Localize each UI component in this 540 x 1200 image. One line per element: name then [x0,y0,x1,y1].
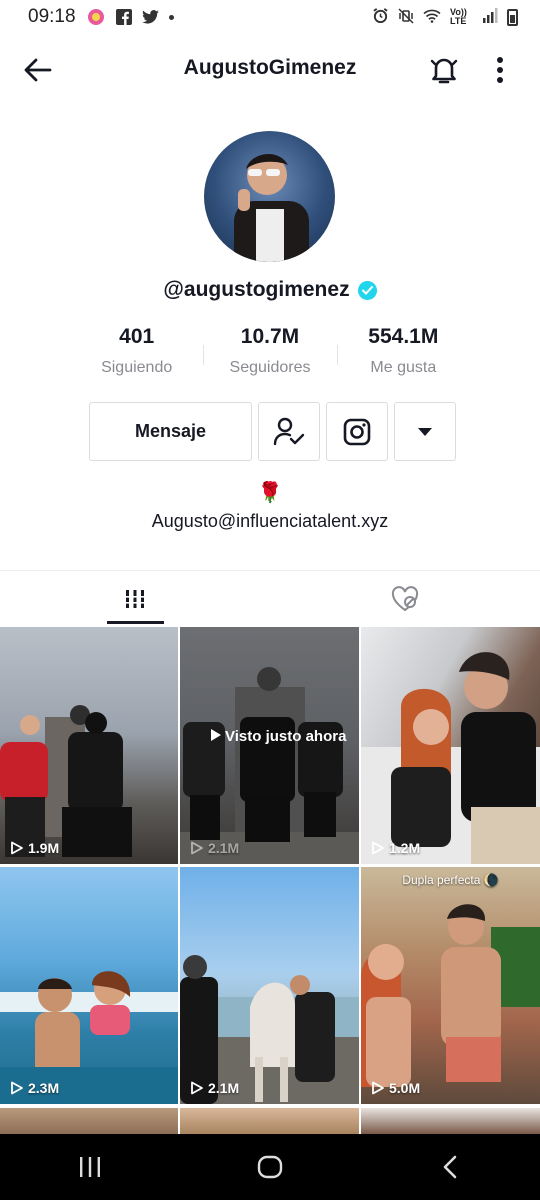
watched-text: Visto justo ahora [225,728,347,745]
notification-bell-button[interactable] [420,46,468,94]
chevron-left-icon [443,1155,457,1179]
play-filled-icon [211,729,221,741]
stat-label: Me gusta [370,359,437,376]
stat-label: Siguiendo [101,359,173,376]
video-caption: Dupla perfecta 🌘 [402,873,499,887]
video-thumbnail-image [180,955,359,1104]
grid-columns-icon [124,590,146,608]
video-thumbnail-image [361,904,540,1087]
battery-icon [507,8,518,26]
stat-likes[interactable]: 554.1M Me gusta [337,325,470,377]
game-notification-icon [86,8,106,26]
video-thumbnail[interactable]: 2.3M [0,867,178,1104]
view-count: 2.3M [10,1080,59,1096]
view-count-value: 1.2M [389,840,421,856]
alarm-icon [372,7,389,27]
stat-label: Seguidores [229,359,311,376]
tabs-divider [0,570,540,571]
profile-handle-row: @augustogimenez [0,278,540,302]
stat-followers[interactable]: 10.7M Seguidores [203,325,336,377]
profile-actions: Mensaje [89,402,456,461]
view-count-value: 2.3M [28,1080,60,1096]
view-count: 1.9M [10,840,59,856]
watched-label: Visto justo ahora [210,727,346,747]
suggested-accounts-button[interactable] [394,402,456,461]
profile-header: AugustoGimenez [0,42,540,98]
video-thumbnail[interactable]: Dupla perfecta 🌘 5.0M [361,867,540,1104]
vibrate-mute-icon [398,7,414,27]
home-icon [257,1155,283,1179]
status-time: 09:18 [28,6,76,27]
video-thumbnail[interactable]: Visto justo ahora 2.1M [180,627,359,864]
stat-following[interactable]: 401 Siguiendo [70,325,203,377]
instagram-icon [343,418,371,445]
bell-icon [430,58,458,84]
view-count-value: 2.1M [208,840,240,856]
user-check-icon [273,417,305,445]
recent-apps-button[interactable] [55,1139,125,1195]
view-count: 5.0M [371,1080,420,1096]
more-options-button[interactable] [476,46,524,94]
view-count: 2.1M [190,840,239,856]
tab-liked[interactable] [270,572,540,626]
view-count: 1.2M [371,840,420,856]
notification-dot-icon [168,14,174,20]
profile-stats: 401 Siguiendo 10.7M Seguidores 554.1M Me… [70,325,470,377]
stat-value: 401 [119,325,155,348]
video-thumbnail[interactable] [0,1108,178,1134]
verified-badge-icon [357,280,377,300]
video-thumbnail[interactable]: 1.2M [361,627,540,864]
play-icon [11,1081,23,1095]
video-thumbnail-image [0,971,178,1104]
message-button[interactable]: Mensaje [89,402,252,461]
play-icon [372,1081,384,1095]
video-thumbnail[interactable] [361,1108,540,1134]
video-thumbnail[interactable]: 1.9M [0,627,178,864]
avatar[interactable] [204,131,335,262]
twitter-icon [141,10,159,24]
tab-videos[interactable] [0,572,270,626]
view-count: 2.1M [190,1080,239,1096]
play-icon [191,1081,203,1095]
play-icon [191,841,203,855]
video-grid-partial-row [0,1108,540,1134]
play-icon [372,841,384,855]
heart-hidden-icon [391,586,419,612]
back-nav-button[interactable] [415,1139,485,1195]
profile-bio: 🌹 Augusto@influenciatalent.xyz [0,480,540,532]
video-thumbnail[interactable]: 2.1M [180,867,359,1104]
bio-emoji: 🌹 [257,482,283,504]
recent-apps-icon [80,1157,100,1177]
view-count-value: 2.1M [208,1080,240,1096]
more-vertical-icon [497,57,503,83]
home-button[interactable] [235,1139,305,1195]
facebook-icon [115,9,132,25]
view-count-value: 5.0M [389,1080,421,1096]
instagram-link-button[interactable] [326,402,388,461]
system-navigation-bar [0,1134,540,1200]
signal-icon [483,8,498,26]
video-thumbnail-image [361,652,540,864]
username-handle: @augustogimenez [163,278,350,301]
network-type: Vo)) LTE [450,7,467,26]
view-count-value: 1.9M [28,840,60,856]
bio-email: Augusto@influenciatalent.xyz [151,511,389,531]
video-grid: 1.9M Visto justo ahora 2.1M 1.2M 2.3M 2.… [0,627,540,1104]
wifi-icon [423,9,441,26]
following-status-button[interactable] [258,402,320,461]
video-thumbnail[interactable] [180,1108,359,1134]
stat-value: 554.1M [368,325,439,348]
caret-down-icon [418,427,432,436]
active-tab-indicator [107,621,164,624]
stat-value: 10.7M [240,325,300,348]
play-icon [11,841,23,855]
avatar-image [234,153,309,262]
video-thumbnail-image [0,705,132,857]
status-bar: 09:18 Vo)) LTE [0,0,540,34]
